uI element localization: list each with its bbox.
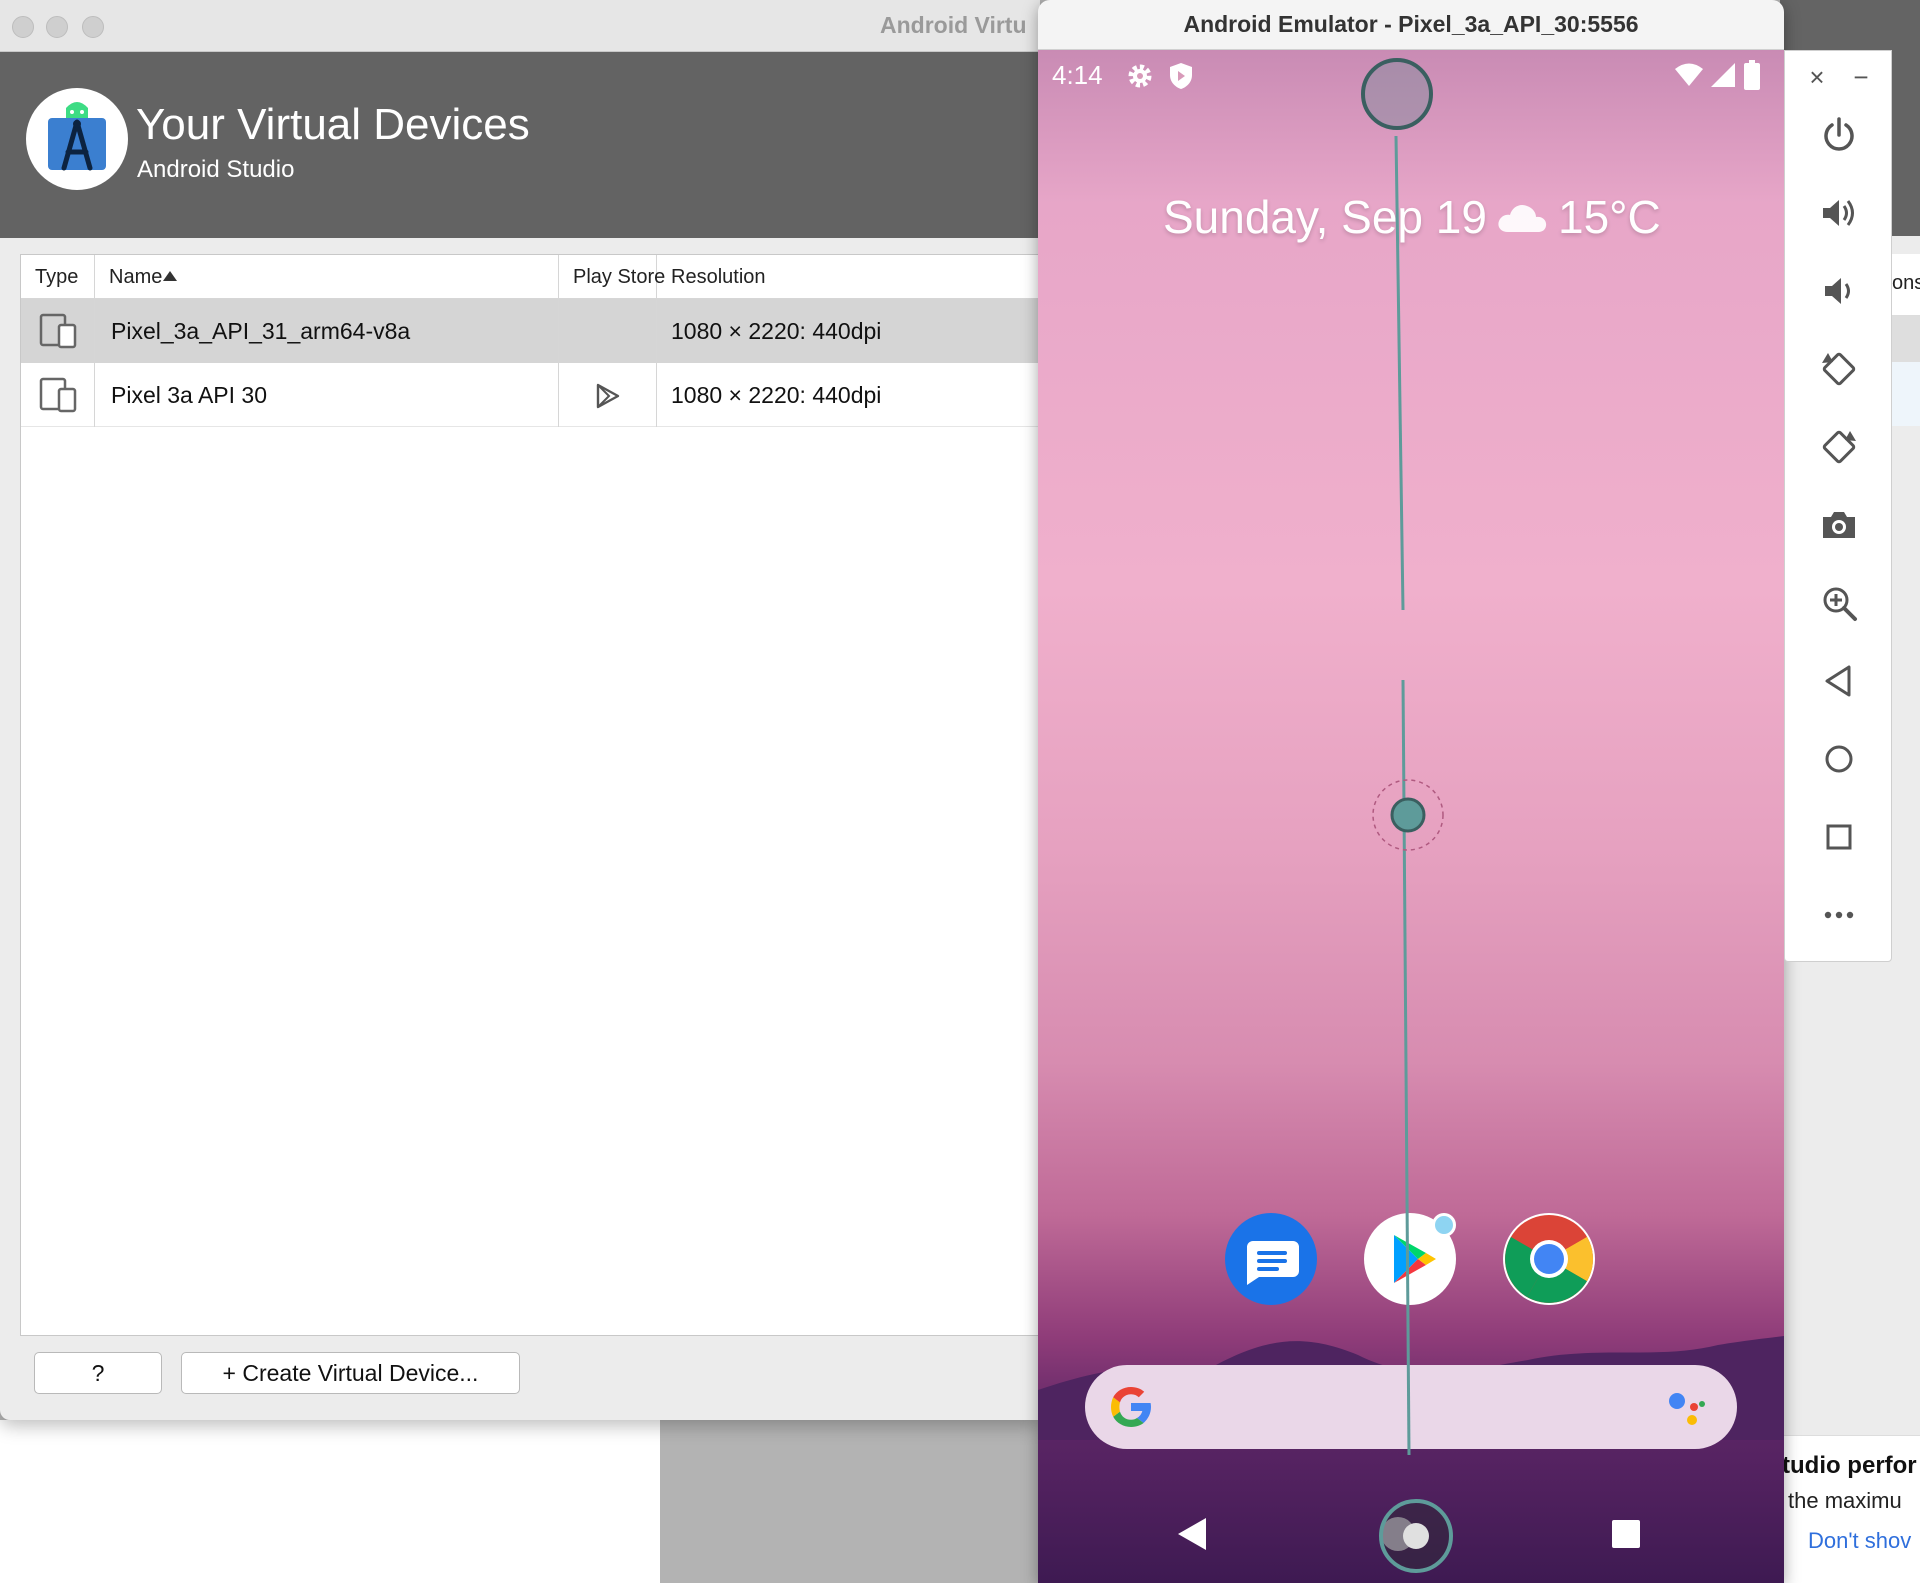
more-icon[interactable] [1807, 883, 1871, 947]
zoom-window-button[interactable] [82, 16, 104, 38]
column-name[interactable]: Name [95, 255, 559, 299]
phone-tablet-icon [39, 377, 77, 413]
toolbar-close-button[interactable]: × [1801, 61, 1833, 93]
help-button[interactable]: ? [34, 1352, 162, 1394]
table-row[interactable]: Pixel 3a API 30 1080 × 2220: 440dpi [21, 363, 1040, 427]
camera-icon[interactable] [1807, 493, 1871, 557]
table-header: Type Name Play Store Resolution [21, 255, 1040, 299]
rotate-left-icon[interactable] [1807, 337, 1871, 401]
phone-tablet-icon [39, 313, 77, 349]
volume-down-icon[interactable] [1807, 259, 1871, 323]
header-subtitle: Android Studio [137, 156, 295, 183]
column-play-store[interactable]: Play Store [559, 255, 665, 299]
play-store-cell [559, 299, 657, 363]
back-icon[interactable] [1807, 649, 1871, 713]
column-type[interactable]: Type [21, 255, 95, 299]
device-name: Pixel_3a_API_31_arm64-v8a [95, 299, 559, 363]
window-titlebar: Android Virtu [0, 0, 1040, 52]
device-name: Pixel 3a API 30 [95, 363, 559, 427]
notification-body: the maximu [1788, 1488, 1902, 1513]
type-cell [21, 363, 95, 427]
background-gray-area [660, 1420, 1040, 1583]
overview-icon[interactable] [1807, 805, 1871, 869]
device-table: Type Name Play Store Resolution Pixel_3a… [20, 254, 1040, 1336]
avd-manager-window: Android Virtu Your Virtual Devices Andro… [0, 0, 1040, 1420]
close-window-button[interactable] [12, 16, 34, 38]
toolbar-minimize-button[interactable]: − [1845, 61, 1877, 93]
power-icon[interactable] [1807, 103, 1871, 167]
create-virtual-device-button[interactable]: + Create Virtual Device... [181, 1352, 520, 1394]
header-title: Your Virtual Devices [136, 100, 530, 149]
column-name-label: Name [109, 266, 163, 288]
notification-panel: tudio perfor the maximu Don't shov [1782, 1435, 1920, 1583]
device-resolution: 1080 × 2220: 440dpi [671, 382, 882, 408]
device-resolution: 1080 × 2220: 440dpi [671, 318, 882, 344]
minimize-window-button[interactable] [46, 16, 68, 38]
window-title: Android Virtu [880, 12, 1027, 38]
sort-ascending-icon [163, 271, 177, 281]
emulator-title: Android Emulator - Pixel_3a_API_30:5556 [1038, 0, 1784, 50]
volume-up-icon[interactable] [1807, 181, 1871, 245]
type-cell [21, 299, 95, 363]
avd-header: Your Virtual Devices Android Studio [0, 52, 1040, 238]
home-icon[interactable] [1807, 727, 1871, 791]
column-fragment: ons [1892, 272, 1920, 294]
emulator-window: Android Emulator - Pixel_3a_API_30:5556 … [1038, 0, 1784, 1583]
footer-buttons: ? + Create Virtual Device... [0, 1336, 1040, 1420]
dont-show-link[interactable]: Don't shov [1808, 1528, 1911, 1554]
phone-screen[interactable]: 4:14 Sunday, Sep 19 15°C [1038, 50, 1784, 1583]
column-resolution[interactable]: Resolution [657, 255, 1040, 299]
table-row[interactable]: Pixel_3a_API_31_arm64-v8a 1080 × 2220: 4… [21, 299, 1040, 363]
gesture-overlay [1361, 58, 1453, 1573]
zoom-icon[interactable] [1807, 571, 1871, 635]
emulator-toolbar: × − [1784, 50, 1892, 962]
notification-title: tudio perfor [1782, 1452, 1917, 1479]
rotate-right-icon[interactable] [1807, 415, 1871, 479]
play-store-cell [559, 363, 657, 427]
play-store-icon [596, 383, 620, 409]
android-studio-logo-icon [26, 88, 128, 190]
background-window-area [0, 1420, 660, 1583]
